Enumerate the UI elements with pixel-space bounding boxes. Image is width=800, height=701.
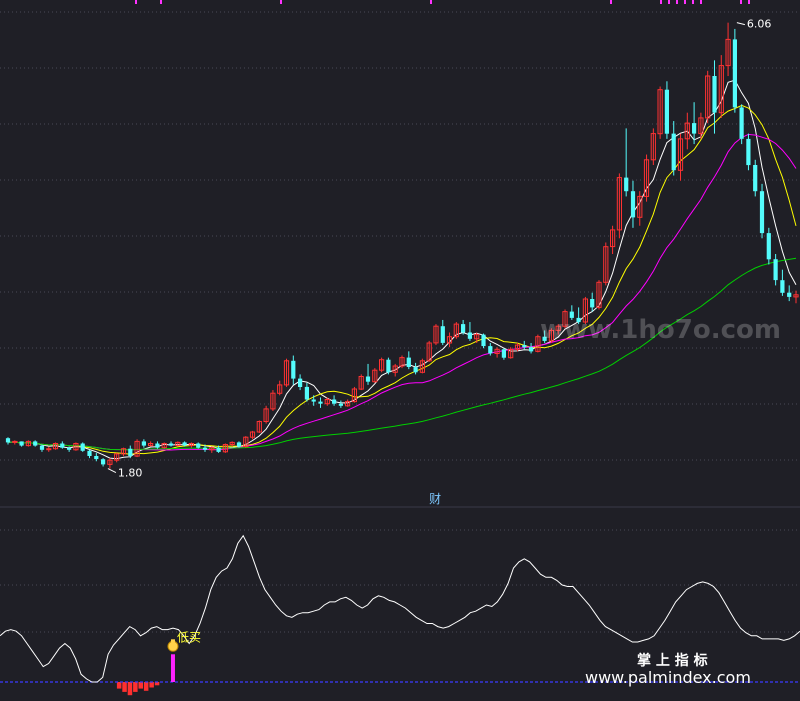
- candle-body: [94, 456, 99, 460]
- candle-body: [386, 359, 391, 373]
- candle-body: [481, 334, 486, 347]
- candle-body: [630, 191, 636, 218]
- candle-body: [128, 448, 133, 456]
- candle-body: [168, 443, 174, 446]
- candle: [766, 227, 771, 265]
- top-tick-mark: [160, 0, 162, 4]
- candle-body: [406, 357, 411, 367]
- candle-body: [46, 448, 52, 451]
- candle-body: [590, 299, 595, 308]
- candle-body: [365, 376, 371, 382]
- candle-body: [739, 107, 744, 139]
- candle-body: [87, 450, 92, 456]
- candle: [753, 159, 758, 197]
- candle-body: [787, 292, 792, 297]
- watermark-top: www.1ho7o.com: [540, 315, 781, 345]
- top-tick-mark: [668, 0, 670, 4]
- candle-body: [780, 280, 785, 293]
- candle-body: [746, 138, 751, 166]
- candle-body: [488, 346, 493, 354]
- candle-body: [712, 76, 717, 113]
- candle-body: [19, 441, 24, 446]
- candle-body: [624, 177, 629, 192]
- candle-body: [12, 440, 18, 443]
- candle-body: [80, 443, 85, 451]
- candle-body: [236, 442, 242, 447]
- candle-body: [60, 443, 65, 448]
- low-price-label: 1.80: [118, 467, 142, 480]
- candle: [386, 357, 391, 375]
- top-tick-mark: [684, 0, 686, 4]
- candle: [80, 442, 85, 452]
- top-tick-mark: [660, 0, 662, 4]
- candle-body: [732, 39, 737, 108]
- high-price-label: 6.06: [747, 18, 772, 31]
- candle-body: [338, 403, 343, 406]
- candle-body: [298, 378, 303, 387]
- candle: [732, 28, 737, 113]
- candle: [759, 183, 765, 239]
- candle-body: [501, 349, 506, 358]
- candle-body: [692, 123, 697, 134]
- stock-chart-canvas: 6.06 1.80 财 低买 www.1ho7o.com 掌 上 指 标 www…: [0, 0, 800, 701]
- candle-body: [766, 233, 771, 260]
- indicator-red-bar: [122, 682, 127, 692]
- candle-body: [664, 89, 669, 134]
- indicator-red-bar: [127, 682, 133, 696]
- cai-marker-label: 财: [429, 492, 441, 506]
- candle-body: [196, 443, 201, 448]
- candle-body: [467, 332, 472, 339]
- candle-body: [461, 324, 466, 333]
- candle-body: [33, 441, 38, 446]
- money-bag-neck: [170, 639, 175, 643]
- candle-body: [311, 399, 316, 402]
- candle-body: [759, 191, 765, 234]
- top-tick-mark: [135, 0, 137, 4]
- top-tick-mark: [740, 0, 742, 4]
- candle-body: [5, 438, 11, 443]
- candle-body: [318, 401, 323, 404]
- top-tick-mark: [692, 0, 694, 4]
- top-tick-mark: [280, 0, 282, 4]
- top-tick-mark: [676, 0, 678, 4]
- candle-body: [529, 347, 534, 352]
- indicator-red-bar: [149, 682, 154, 688]
- indicator-red-bar: [143, 682, 149, 691]
- top-tick-mark: [610, 0, 612, 4]
- indicator-red-bar: [116, 682, 122, 689]
- candle: [664, 81, 669, 139]
- buy-signal-bar: [170, 654, 175, 682]
- indicator-red-bar: [133, 682, 138, 692]
- candle-body: [332, 399, 337, 404]
- top-tick-mark: [700, 0, 702, 4]
- candle-body: [67, 447, 72, 450]
- candle: [746, 133, 751, 171]
- candle-body: [39, 445, 45, 450]
- candle-body: [155, 443, 160, 448]
- top-tick-mark: [748, 0, 750, 4]
- candle-body: [773, 259, 778, 281]
- candle-body: [216, 447, 221, 452]
- candle: [739, 104, 744, 145]
- candle-body: [202, 447, 208, 450]
- buy-signal-label: 低买: [177, 630, 201, 644]
- candle-body: [304, 386, 309, 400]
- candle-body: [413, 367, 418, 373]
- candle-body: [671, 133, 676, 171]
- candle-body: [101, 459, 106, 465]
- chart-background: [0, 0, 800, 701]
- candle-body: [753, 165, 758, 192]
- candle: [481, 333, 486, 349]
- top-tick-mark: [430, 0, 432, 4]
- candle-body: [182, 442, 187, 446]
- candle-body: [141, 441, 146, 446]
- candle-body: [440, 326, 445, 343]
- candle-body: [522, 345, 527, 348]
- candle-body: [291, 360, 296, 379]
- watermark-url: www.palmindex.com: [585, 668, 751, 687]
- indicator-red-bar: [138, 682, 143, 689]
- watermark-cn: 掌 上 指 标: [637, 652, 708, 669]
